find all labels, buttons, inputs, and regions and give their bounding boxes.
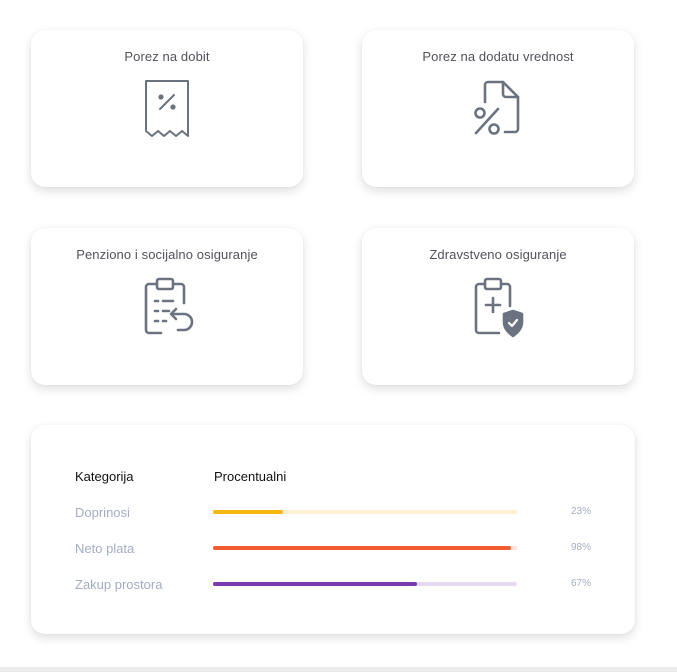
bottom-divider <box>0 667 677 672</box>
progress-track <box>213 546 517 550</box>
percent-value: 23% <box>570 506 591 517</box>
tile-title: Penziono i socijalno osiguranje <box>76 247 258 262</box>
tile-porez-na-dobit[interactable]: Porez na dobit <box>31 30 303 187</box>
row-label: Doprinosi <box>75 505 130 520</box>
receipt-percent-icon <box>143 78 191 138</box>
percent-value: 98% <box>570 542 591 553</box>
tile-porez-na-dodatu-vrednost[interactable]: Porez na dodatu vrednost <box>362 30 634 187</box>
progress-fill <box>213 510 283 514</box>
progress-fill <box>213 546 511 550</box>
row-label: Neto plata <box>75 541 135 556</box>
column-header-percent: Procentualni <box>214 469 287 484</box>
tile-zdravstveno-osiguranje[interactable]: Zdravstveno osiguranje <box>362 228 634 385</box>
column-header-category: Kategorija <box>75 469 134 484</box>
tile-title: Porez na dobit <box>124 49 210 64</box>
tile-title: Zdravstveno osiguranje <box>429 247 567 262</box>
table-row: Doprinosi 23% <box>31 503 635 523</box>
progress-track <box>213 510 517 514</box>
table-row: Neto plata 98% <box>31 539 635 559</box>
table-row: Zakup prostora 67% <box>31 575 635 595</box>
category-percent-table: Kategorija Procentualni Doprinosi 23% Ne… <box>31 425 635 634</box>
clipboard-list-undo-icon <box>139 276 195 336</box>
row-label: Zakup prostora <box>75 577 163 592</box>
tile-title: Porez na dodatu vrednost <box>422 49 574 64</box>
progress-track <box>213 582 517 586</box>
percent-value: 67% <box>570 578 591 589</box>
clipboard-plus-shield-icon <box>471 276 525 338</box>
tile-penziono-i-socijalno-osiguranje[interactable]: Penziono i socijalno osiguranje <box>31 228 303 385</box>
document-percent-icon <box>472 78 524 138</box>
progress-fill <box>213 582 417 586</box>
